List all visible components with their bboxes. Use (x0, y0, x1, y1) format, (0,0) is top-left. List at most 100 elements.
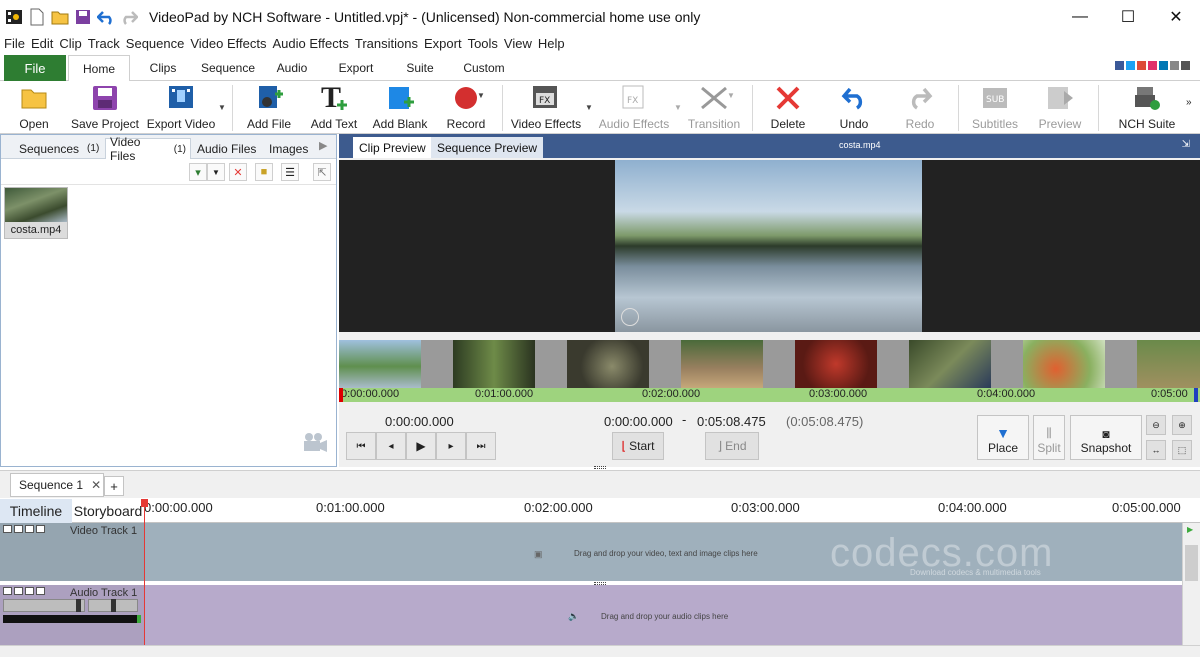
zoom-out-button[interactable]: ⊖ (1146, 415, 1166, 435)
clip-time-ruler[interactable]: 0:00:00.000 0:01:00.000 0:02:00.000 0:03… (339, 388, 1200, 402)
ribbon-overflow-icon[interactable]: » (1186, 97, 1192, 108)
split-button[interactable]: ⫼ Split (1033, 415, 1065, 460)
vertical-scroll-thumb[interactable] (1185, 545, 1198, 581)
google-plus-icon[interactable] (1137, 61, 1146, 70)
add-media-dropdown-icon[interactable]: ▼ (207, 163, 225, 181)
lock-track-icon[interactable] (36, 525, 45, 533)
menu-edit[interactable]: Edit (31, 36, 53, 51)
volume-slider-thumb[interactable] (76, 599, 81, 612)
transition-dropdown-arrow-icon[interactable]: ▼ (727, 91, 735, 100)
panel-resize-grip[interactable] (594, 466, 606, 469)
remove-media-icon[interactable]: ✕ (229, 163, 247, 181)
tab-home[interactable]: Home (68, 55, 130, 82)
tab-timeline[interactable]: Timeline (0, 499, 72, 523)
minimize-button[interactable]: — (1056, 0, 1104, 34)
preview-button[interactable]: Preview (1036, 83, 1084, 133)
tab-audio-files[interactable]: Audio Files (193, 138, 263, 159)
menu-help[interactable]: Help (538, 36, 565, 51)
timeline-ruler[interactable]: 0:00:00.000 0:01:00.000 0:02:00.000 0:03… (144, 499, 1200, 523)
add-sequence-button[interactable]: + (104, 476, 124, 496)
blend-mode-icon[interactable] (25, 525, 34, 533)
tab-sequences[interactable]: Sequences (1) (15, 138, 103, 159)
save-icon[interactable] (73, 7, 93, 27)
twitter-icon[interactable] (1126, 61, 1135, 70)
pan-slider-thumb[interactable] (111, 599, 116, 612)
tab-suite[interactable]: Suite (398, 55, 442, 81)
new-file-icon[interactable] (27, 7, 47, 27)
playhead-handle[interactable] (141, 499, 148, 507)
solo-track-icon[interactable] (25, 587, 34, 595)
delete-button[interactable]: Delete (766, 83, 810, 133)
menu-clip[interactable]: Clip (59, 36, 81, 51)
media-item[interactable]: costa.mp4 (4, 187, 68, 239)
pan-slider[interactable] (88, 599, 138, 612)
close-sequence-icon[interactable]: ✕ (91, 478, 101, 492)
tab-sequence-1[interactable]: Sequence 1 ✕ (10, 473, 104, 497)
lock-track-icon[interactable] (36, 587, 45, 595)
open-button[interactable]: Open (10, 83, 58, 133)
menu-transitions[interactable]: Transitions (355, 36, 418, 51)
volume-slider[interactable] (3, 599, 85, 612)
video-effects-dropdown-arrow-icon[interactable]: ▼ (585, 103, 593, 112)
open-folder-icon[interactable] (50, 7, 70, 27)
youtube-icon[interactable] (1148, 61, 1157, 70)
redo-button[interactable]: Redo (900, 83, 940, 133)
export-dropdown-arrow-icon[interactable]: ▼ (218, 103, 226, 112)
tab-sequence-preview[interactable]: Sequence Preview (431, 137, 544, 158)
tab-clips[interactable]: Clips (134, 55, 192, 81)
tab-audio[interactable]: Audio (266, 55, 318, 81)
maximize-button[interactable]: ☐ (1104, 0, 1152, 34)
timeline-horizontal-scrollbar[interactable] (0, 645, 1200, 657)
file-tab[interactable]: File (4, 55, 66, 81)
help-icon[interactable] (1170, 61, 1179, 70)
add-blank-button[interactable]: Add Blank (372, 83, 428, 133)
menu-audio-effects[interactable]: Audio Effects (273, 36, 349, 51)
subtitles-button[interactable]: SUB Subtitles (966, 83, 1024, 133)
tab-video-files[interactable]: Video Files (1) (105, 135, 191, 163)
fit-width-button[interactable]: ↔ (1146, 440, 1166, 460)
record-dropdown-arrow-icon[interactable]: ▼ (477, 91, 485, 100)
new-folder-icon[interactable]: ■ (255, 163, 273, 181)
safe-area-button[interactable]: ⬚ (1172, 440, 1192, 460)
menu-tools[interactable]: Tools (468, 36, 498, 51)
tab-images[interactable]: Images (265, 138, 311, 159)
step-forward-button[interactable]: ▸ (436, 432, 466, 460)
scroll-right-arrow-icon[interactable]: ▶ (1187, 525, 1193, 534)
tab-sequence[interactable]: Sequence (196, 55, 260, 81)
list-view-icon[interactable]: ☰ (281, 163, 299, 181)
skip-to-start-button[interactable]: ⏮ (346, 432, 376, 460)
tab-storyboard[interactable]: Storyboard (72, 499, 144, 523)
tabs-scroll-right-icon[interactable]: ▶ (319, 139, 327, 152)
place-button[interactable]: ▼ Place (977, 415, 1029, 460)
visibility-eye-icon[interactable] (14, 525, 23, 533)
speaker-icon[interactable] (14, 587, 23, 595)
pin-panel-icon[interactable]: ⇲ (1182, 139, 1190, 150)
tab-custom[interactable]: Custom (456, 55, 512, 81)
add-text-button[interactable]: T Add Text (308, 83, 360, 133)
add-media-icon[interactable]: ▾ (189, 163, 207, 181)
set-end-button[interactable]: ⌋ End (705, 432, 759, 460)
menu-track[interactable]: Track (88, 36, 120, 51)
video-viewer[interactable] (339, 160, 1200, 332)
zoom-in-button[interactable]: ⊕ (1172, 415, 1192, 435)
audio-track[interactable]: Audio Track 1 🔈 Drag and drop your audio… (0, 585, 1182, 645)
collapse-track-icon[interactable] (3, 587, 12, 595)
menu-view[interactable]: View (504, 36, 532, 51)
save-project-button[interactable]: Save Project (70, 83, 140, 133)
timeline-vertical-scrollbar[interactable]: ▶ (1182, 523, 1200, 645)
menu-sequence[interactable]: Sequence (126, 36, 185, 51)
step-back-button[interactable]: ◂ (376, 432, 406, 460)
nch-suite-button[interactable]: NCH Suite (1116, 83, 1178, 133)
menu-export[interactable]: Export (424, 36, 462, 51)
export-video-button[interactable]: Export Video (146, 83, 216, 133)
snapshot-button[interactable]: ◙ Snapshot (1070, 415, 1142, 460)
clip-filmstrip[interactable] (339, 340, 1200, 388)
undo-button[interactable]: Undo (834, 83, 874, 133)
timeline-playhead[interactable] (144, 499, 145, 647)
audio-effects-dropdown-arrow-icon[interactable]: ▼ (674, 103, 682, 112)
collapse-track-icon[interactable] (3, 525, 12, 533)
undo-icon[interactable] (96, 7, 116, 27)
menu-file[interactable]: File (4, 36, 25, 51)
tab-clip-preview[interactable]: Clip Preview (353, 137, 432, 158)
set-start-button[interactable]: ⌊ Start (612, 432, 664, 460)
